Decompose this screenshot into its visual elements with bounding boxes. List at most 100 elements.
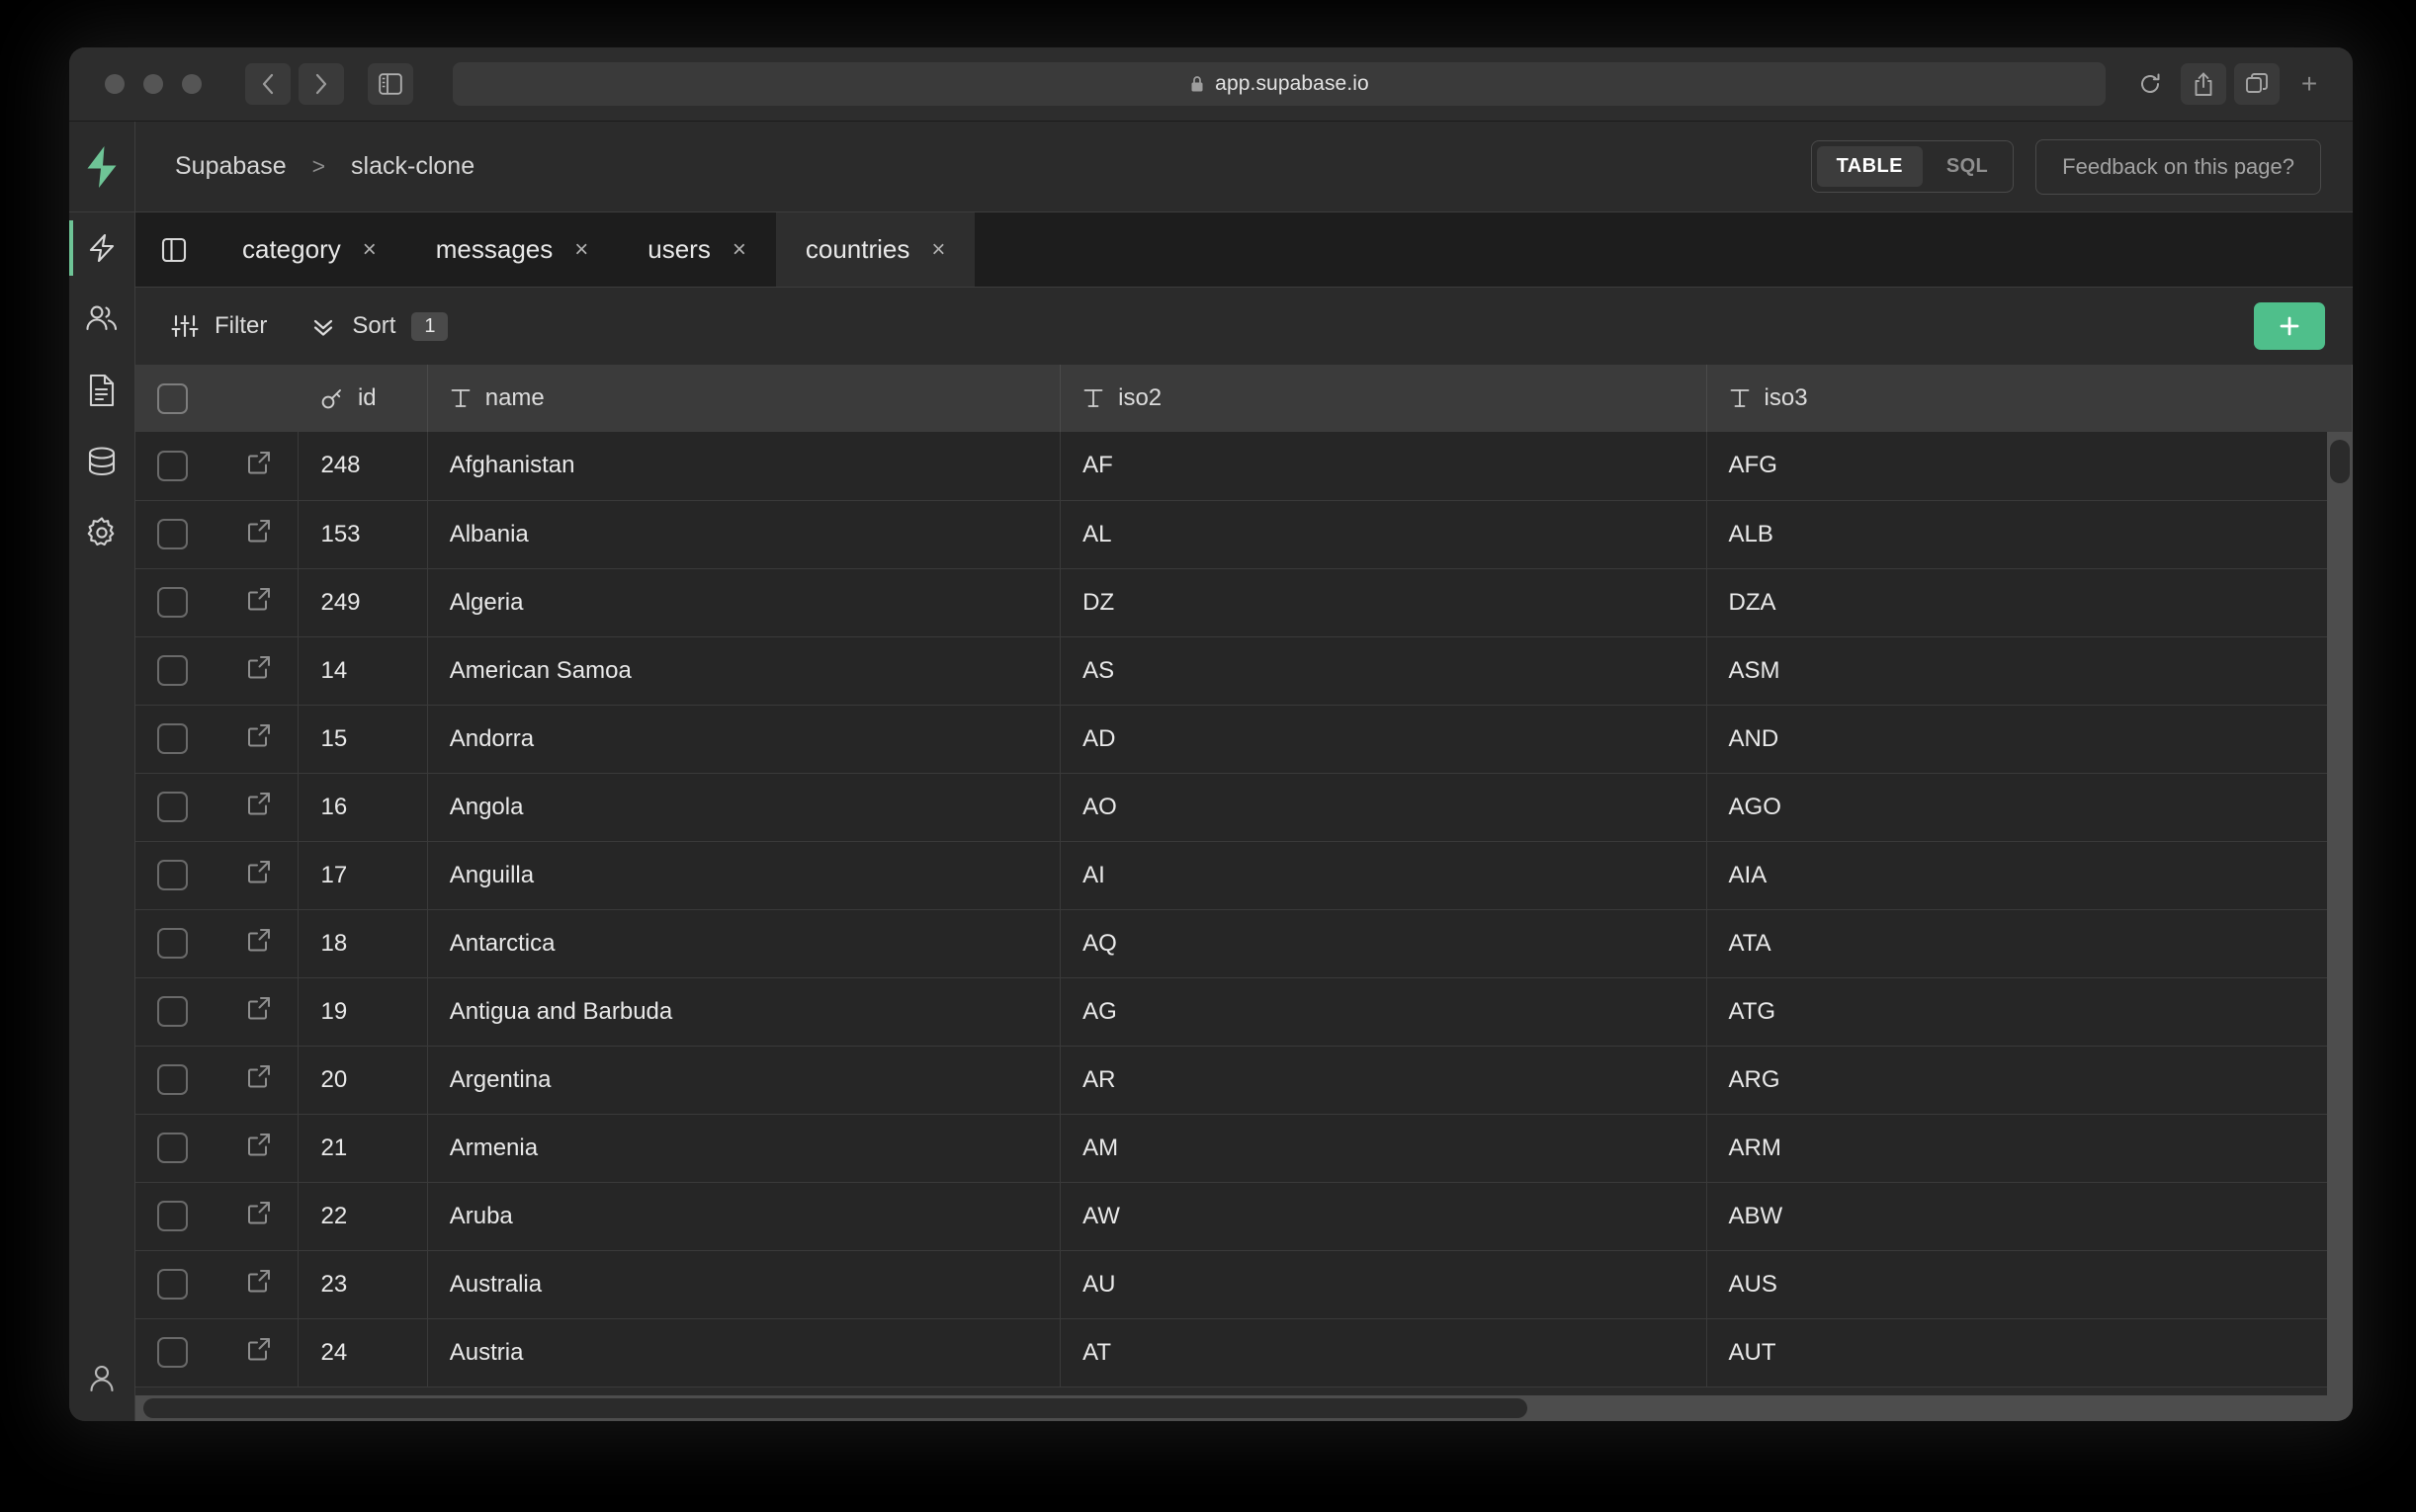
row-select-checkbox[interactable]	[157, 1201, 188, 1231]
row-expand-button[interactable]	[218, 1250, 300, 1319]
table-row[interactable]: 21 Armenia AM ARM	[135, 1114, 2353, 1183]
cell-iso2[interactable]: AL	[1060, 500, 1707, 569]
cell-iso2[interactable]: AW	[1060, 1182, 1707, 1251]
share-button[interactable]	[2181, 63, 2226, 105]
tab-users[interactable]: users ×	[618, 212, 776, 287]
close-icon[interactable]: ×	[363, 237, 377, 262]
table-row[interactable]: 248 Afghanistan AF AFG	[135, 432, 2353, 501]
cell-name[interactable]: Aruba	[427, 1182, 1062, 1251]
cell-name[interactable]: Argentina	[427, 1046, 1062, 1115]
filter-button[interactable]: Filter	[171, 312, 267, 340]
cell-iso3[interactable]: AFG	[1706, 432, 2353, 501]
supabase-logo[interactable]	[69, 122, 134, 212]
cell-id[interactable]: 249	[298, 568, 428, 637]
cell-iso2[interactable]: AS	[1060, 636, 1707, 706]
cell-id[interactable]: 17	[298, 841, 428, 910]
rail-item-settings[interactable]	[69, 497, 134, 568]
close-window-button[interactable]	[105, 74, 125, 94]
cell-name[interactable]: Algeria	[427, 568, 1062, 637]
table-row[interactable]: 153 Albania AL ALB	[135, 500, 2353, 569]
table-row[interactable]: 23 Australia AU AUS	[135, 1250, 2353, 1319]
cell-iso2[interactable]: DZ	[1060, 568, 1707, 637]
row-select-checkbox[interactable]	[157, 996, 188, 1027]
cell-id[interactable]: 24	[298, 1318, 428, 1387]
cell-id[interactable]: 248	[298, 432, 428, 501]
select-all-checkbox[interactable]	[157, 382, 188, 414]
cell-name[interactable]: Australia	[427, 1250, 1062, 1319]
cell-name[interactable]: Armenia	[427, 1114, 1062, 1183]
rail-item-database[interactable]	[69, 426, 134, 497]
table-row[interactable]: 249 Algeria DZ DZA	[135, 568, 2353, 637]
cell-iso2[interactable]: AU	[1060, 1250, 1707, 1319]
sort-button[interactable]: Sort 1	[310, 311, 449, 341]
cell-name[interactable]: Angola	[427, 773, 1062, 842]
view-option-sql[interactable]: SQL	[1927, 146, 2008, 187]
view-option-table[interactable]: TABLE	[1816, 146, 1923, 187]
table-row[interactable]: 15 Andorra AD AND	[135, 705, 2353, 774]
row-select-checkbox[interactable]	[157, 450, 188, 481]
table-row[interactable]: 14 American Samoa AS ASM	[135, 636, 2353, 706]
vertical-scrollbar[interactable]	[2327, 432, 2353, 1395]
cell-id[interactable]: 23	[298, 1250, 428, 1319]
cell-id[interactable]: 19	[298, 977, 428, 1047]
row-expand-button[interactable]	[218, 636, 300, 706]
cell-id[interactable]: 14	[298, 636, 428, 706]
row-expand-button[interactable]	[218, 1114, 300, 1183]
row-select-checkbox[interactable]	[157, 792, 188, 822]
cell-name[interactable]: Albania	[427, 500, 1062, 569]
cell-iso3[interactable]: AUT	[1706, 1318, 2353, 1387]
row-select-checkbox[interactable]	[157, 860, 188, 890]
row-select-checkbox[interactable]	[157, 519, 188, 549]
row-expand-button[interactable]	[218, 500, 300, 569]
cell-iso3[interactable]: AUS	[1706, 1250, 2353, 1319]
cell-name[interactable]: American Samoa	[427, 636, 1062, 706]
cell-iso3[interactable]: AIA	[1706, 841, 2353, 910]
cell-iso3[interactable]: ATA	[1706, 909, 2353, 978]
add-row-button[interactable]	[2254, 302, 2325, 350]
row-select-checkbox[interactable]	[157, 1133, 188, 1163]
rail-item-functions[interactable]	[69, 212, 134, 284]
row-select-checkbox[interactable]	[157, 655, 188, 686]
cell-id[interactable]: 21	[298, 1114, 428, 1183]
back-button[interactable]	[245, 63, 291, 105]
cell-name[interactable]: Andorra	[427, 705, 1062, 774]
column-header-id[interactable]: id	[298, 365, 428, 432]
table-row[interactable]: 18 Antarctica AQ ATA	[135, 909, 2353, 978]
row-select-checkbox[interactable]	[157, 587, 188, 618]
breadcrumb-project[interactable]: slack-clone	[351, 152, 475, 181]
cell-iso2[interactable]: AT	[1060, 1318, 1707, 1387]
row-expand-button[interactable]	[218, 1182, 300, 1251]
row-select-checkbox[interactable]	[157, 1269, 188, 1300]
cell-iso2[interactable]: AQ	[1060, 909, 1707, 978]
table-row[interactable]: 22 Aruba AW ABW	[135, 1182, 2353, 1251]
cell-iso2[interactable]: AI	[1060, 841, 1707, 910]
cell-iso3[interactable]: ASM	[1706, 636, 2353, 706]
cell-iso2[interactable]: AG	[1060, 977, 1707, 1047]
cell-id[interactable]: 15	[298, 705, 428, 774]
cell-iso2[interactable]: AR	[1060, 1046, 1707, 1115]
cell-id[interactable]: 20	[298, 1046, 428, 1115]
row-select-checkbox[interactable]	[157, 928, 188, 959]
rail-item-docs[interactable]	[69, 355, 134, 426]
breadcrumb-org[interactable]: Supabase	[175, 152, 287, 181]
address-bar[interactable]: app.supabase.io	[453, 62, 2106, 106]
row-expand-button[interactable]	[218, 705, 300, 774]
cell-name[interactable]: Afghanistan	[427, 432, 1062, 501]
cell-iso3[interactable]: ATG	[1706, 977, 2353, 1047]
cell-iso3[interactable]: ALB	[1706, 500, 2353, 569]
row-select-checkbox[interactable]	[157, 1337, 188, 1368]
table-row[interactable]: 20 Argentina AR ARG	[135, 1046, 2353, 1115]
horizontal-scrollbar-thumb[interactable]	[143, 1398, 1527, 1418]
table-row[interactable]: 19 Antigua and Barbuda AG ATG	[135, 977, 2353, 1047]
cell-iso3[interactable]: ARG	[1706, 1046, 2353, 1115]
tab-countries[interactable]: countries ×	[775, 212, 976, 287]
cell-iso2[interactable]: AM	[1060, 1114, 1707, 1183]
row-expand-button[interactable]	[218, 841, 300, 910]
cell-iso3[interactable]: AND	[1706, 705, 2353, 774]
vertical-scrollbar-thumb[interactable]	[2330, 440, 2350, 483]
tab-overview-button[interactable]	[2234, 63, 2280, 105]
feedback-button[interactable]: Feedback on this page?	[2035, 138, 2321, 195]
column-header-iso3[interactable]: iso3	[1706, 365, 2353, 432]
close-icon[interactable]: ×	[931, 237, 945, 262]
column-header-iso2[interactable]: iso2	[1060, 365, 1707, 432]
